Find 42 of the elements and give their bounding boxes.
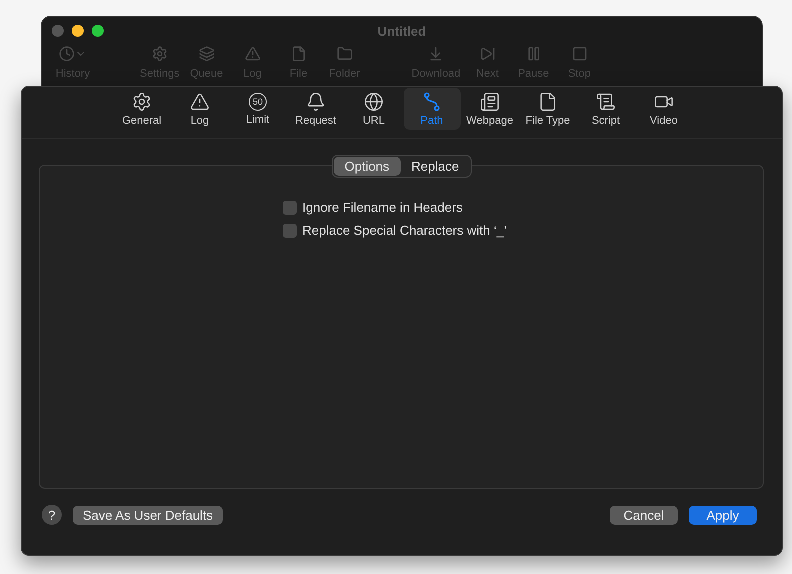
segment-tab[interactable]: Options <box>334 157 401 176</box>
preferences-tab[interactable]: 50 Limit <box>230 88 286 130</box>
pause-icon <box>526 46 542 62</box>
zoom-button[interactable] <box>92 25 104 37</box>
file-icon <box>290 46 307 62</box>
settings-icon <box>152 46 168 62</box>
preferences-tab[interactable]: Video <box>636 88 692 130</box>
checkbox[interactable] <box>282 224 296 238</box>
segment-tab[interactable]: Replace <box>400 157 470 176</box>
checkbox-label: Replace Special Characters with ‘_’ <box>302 223 507 238</box>
save-defaults-button[interactable]: Save As User Defaults <box>73 506 224 524</box>
gear-icon <box>132 92 152 112</box>
close-button[interactable] <box>52 25 64 37</box>
cancel-button[interactable]: Cancel <box>610 506 678 524</box>
folder-icon <box>336 46 353 62</box>
bell-icon <box>306 92 326 112</box>
preferences-tab[interactable]: Request <box>288 88 344 130</box>
layers-icon <box>198 46 215 62</box>
file-icon <box>538 92 558 112</box>
skip-forward-icon <box>480 46 496 62</box>
checkbox[interactable] <box>282 200 296 214</box>
warning-icon <box>190 92 210 112</box>
help-button[interactable]: ? <box>42 505 62 525</box>
window-title: Untitled <box>378 24 426 38</box>
preferences-tab[interactable]: Path <box>404 88 460 130</box>
stop-icon <box>572 46 588 62</box>
newspaper-icon <box>480 92 500 112</box>
path-icon <box>422 92 442 112</box>
clock-icon <box>59 46 75 62</box>
apply-button[interactable]: Apply <box>689 506 757 524</box>
preferences-tab[interactable]: URL <box>346 88 402 130</box>
preferences-tab[interactable]: Script <box>578 88 634 130</box>
preferences-tab[interactable]: Webpage <box>462 88 518 130</box>
warning-icon <box>244 46 261 62</box>
speed-limit-icon: 50 <box>249 92 267 110</box>
checkbox-label: Ignore Filename in Headers <box>302 200 463 215</box>
globe-icon <box>364 92 384 112</box>
preferences-tab[interactable]: File Type <box>520 88 576 130</box>
scroll-icon <box>596 92 616 112</box>
preferences-tab[interactable]: General <box>114 88 170 130</box>
preferences-tab[interactable]: Log <box>172 88 228 130</box>
minimize-button[interactable] <box>72 25 84 37</box>
